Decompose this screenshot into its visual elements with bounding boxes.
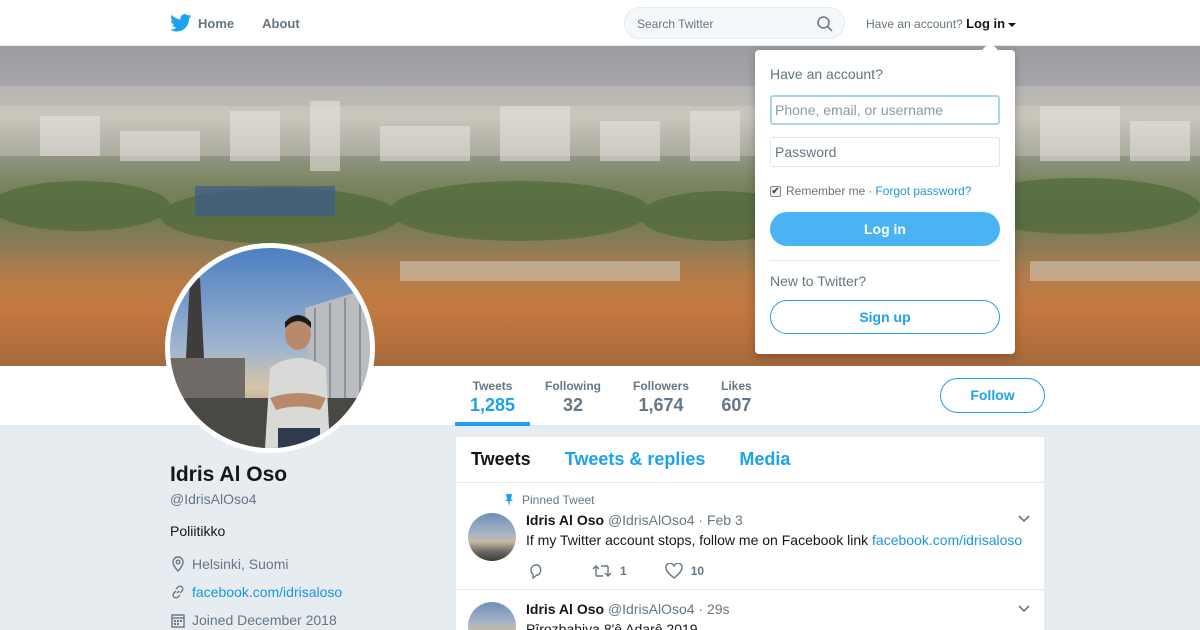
location-text: Helsinki, Suomi [192,556,289,572]
timeline-tabs: Tweets Tweets & replies Media [456,437,1044,483]
tweet-text: If my Twitter account stops, follow me o… [526,532,1022,548]
tweet-item[interactable]: Pinned Tweet Idris Al Oso @IdrisAlOso4 ·… [456,483,1044,590]
like-action[interactable]: 10 [664,563,705,579]
profile-joined: Joined December 2018 [170,612,337,628]
stat-followers-value: 1,674 [638,395,684,415]
tweet-text: Pîrozbahiya 8'ê Adarê 2019 [526,621,698,630]
profile-bio: Poliitikko [170,523,226,539]
pinned-label: Pinned Tweet [504,493,595,507]
login-menu-label[interactable]: Log in [966,16,1005,31]
website-link[interactable]: facebook.com/idrisaloso [192,584,342,600]
stat-tweets[interactable]: Tweets 1,285 [470,379,515,416]
top-navigation: Home About Search Twitter Have an accoun… [0,0,1200,46]
tab-media[interactable]: Media [739,449,790,470]
tweet-text-body: If my Twitter account stops, follow me o… [526,532,869,548]
login-button[interactable]: Log in [770,212,1000,246]
nav-about[interactable]: About [262,16,300,31]
link-icon [172,585,184,599]
stat-following-value: 32 [562,395,584,415]
nav-home-label: Home [198,15,235,31]
signup-button[interactable]: Sign up [770,300,1000,334]
password-field[interactable]: Password [770,137,1000,167]
stat-following-label: Following [545,379,601,393]
pinned-text: Pinned Tweet [522,493,595,507]
stat-tweets-label: Tweets [472,379,513,393]
nav-home[interactable]: Home [170,14,234,32]
active-stat-indicator [455,422,530,426]
retweet-icon [592,565,612,577]
timeline: Tweets Tweets & replies Media Pinned Twe… [456,437,1044,630]
stat-likes-value: 607 [721,395,752,415]
remember-label[interactable]: Remember me [786,184,865,198]
stat-tweets-value: 1,285 [470,395,516,415]
remember-row: ✔ Remember me · Forgot password? [770,184,971,198]
reply-action[interactable] [528,563,554,579]
tab-tweets[interactable]: Tweets [471,449,531,470]
tweet-header: Idris Al Oso @IdrisAlOso4 · 29s [526,601,730,617]
tweet-author-handle[interactable]: @IdrisAlOso4 [608,512,695,528]
stat-likes[interactable]: Likes 607 [721,379,752,416]
login-dropdown: Have an account? Phone, email, or userna… [755,42,1015,354]
tweet-timestamp[interactable]: · Feb 3 [698,512,742,528]
separator-dot: · [868,184,873,198]
joined-text: Joined December 2018 [192,612,337,628]
profile-handle[interactable]: @IdrisAlOso4 [170,491,257,507]
location-pin-icon [172,556,184,572]
chevron-down-icon[interactable] [1018,515,1030,523]
like-count: 10 [690,564,705,578]
tweet-avatar[interactable] [468,513,516,561]
account-menu[interactable]: Have an account? Log in [866,16,1017,31]
profile-name[interactable]: Idris Al Oso [170,463,287,487]
tweet-item[interactable]: Idris Al Oso @IdrisAlOso4 · 29s Pîrozbah… [456,590,1044,630]
follow-button[interactable]: Follow [940,378,1045,413]
search-placeholder: Search Twitter [637,17,714,31]
twitter-bird-icon [170,14,192,32]
heart-icon [664,563,683,579]
stat-followers-label: Followers [633,379,690,393]
new-to-twitter-text: New to Twitter? [770,273,867,289]
pin-icon [505,494,513,506]
stat-likes-label: Likes [721,379,752,393]
remember-checkbox[interactable]: ✔ [770,185,781,197]
search-icon[interactable] [817,16,833,32]
account-prompt: Have an account? [866,17,963,31]
login-dropdown-title: Have an account? [770,66,883,82]
reply-icon [530,564,542,579]
tweet-author-handle[interactable]: @IdrisAlOso4 [608,601,695,617]
profile-avatar[interactable] [165,243,375,453]
retweet-action[interactable]: 1 [592,564,627,578]
forgot-password-link[interactable]: Forgot password? [875,184,971,198]
calendar-icon [171,614,185,628]
tweet-author-name[interactable]: Idris Al Oso [526,512,604,528]
profile-location: Helsinki, Suomi [170,556,288,572]
caret-down-icon[interactable] [1008,22,1017,27]
stat-following[interactable]: Following 32 [545,379,601,416]
tweet-timestamp[interactable]: · 29s [698,601,729,617]
username-placeholder: Phone, email, or username [775,102,944,118]
dropdown-divider [770,260,1000,261]
tweet-author-name[interactable]: Idris Al Oso [526,601,604,617]
stat-followers[interactable]: Followers 1,674 [633,379,689,416]
tweet-avatar[interactable] [468,602,516,630]
search-input[interactable]: Search Twitter [624,7,845,39]
password-placeholder: Password [775,144,837,160]
retweet-count: 1 [620,564,627,578]
nav-left: Home About [170,0,328,46]
nav-about-label: About [262,15,300,31]
avatar-photo [170,248,370,448]
tweet-link[interactable]: facebook.com/idrisaloso [872,532,1022,548]
chevron-down-icon[interactable] [1018,605,1030,613]
tab-tweets-replies[interactable]: Tweets & replies [565,449,706,470]
tweet-actions: 1 10 [528,563,742,579]
username-field[interactable]: Phone, email, or username [770,95,1000,125]
profile-website[interactable]: facebook.com/idrisaloso [170,584,342,600]
tweet-header: Idris Al Oso @IdrisAlOso4 · Feb 3 [526,512,743,528]
